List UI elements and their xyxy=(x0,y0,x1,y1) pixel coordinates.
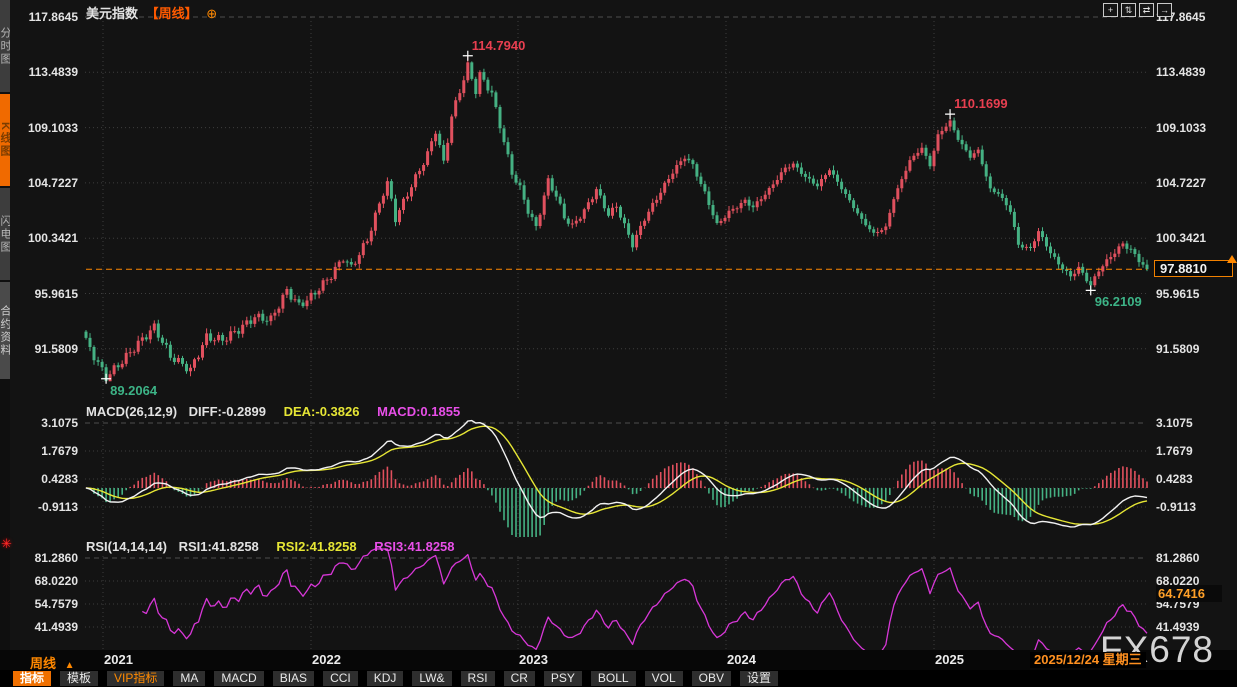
y-axis-label: 100.3421 xyxy=(12,231,78,245)
y-axis-label: 104.7227 xyxy=(1156,176,1234,190)
macd-diff-line xyxy=(86,421,1147,527)
indicator-button-MACD[interactable]: MACD xyxy=(214,671,263,686)
last-price-label: 97.8810 xyxy=(1154,260,1233,277)
sidebar-tab-contract-info[interactable]: 合约资料 xyxy=(0,282,10,379)
y-axis-label: 91.5809 xyxy=(1156,342,1234,356)
indicator-button-MA[interactable]: MA xyxy=(173,671,205,686)
indicator-button-RSI[interactable]: RSI xyxy=(461,671,495,686)
indicator-button-BOLL[interactable]: BOLL xyxy=(591,671,636,686)
y-axis-label: 95.9615 xyxy=(1156,287,1234,301)
macd-dea-value: DEA:-0.3826 xyxy=(284,404,360,419)
y-axis-label: 54.7579 xyxy=(12,597,78,611)
y-axis-label: 81.2860 xyxy=(1156,551,1234,565)
last-date-label: 2025/12/24 星期三 xyxy=(1030,652,1146,668)
indicator-button-CCI[interactable]: CCI xyxy=(323,671,358,686)
sidebar-tab-kline-chart[interactable]: K线图 xyxy=(0,94,10,186)
x-axis-year-label: 2025 xyxy=(935,652,964,667)
sidebar-tab-flash-chart[interactable]: 闪电图 xyxy=(0,188,10,280)
add-indicator-icon[interactable]: ⊕ xyxy=(206,6,217,21)
rsi3-value: RSI3:41.8258 xyxy=(374,539,454,554)
goto-latest-icon[interactable]: → xyxy=(1157,3,1172,17)
y-axis-label: 100.3421 xyxy=(1156,231,1234,245)
indicator-button-VIP指标[interactable]: VIP指标 xyxy=(107,671,164,686)
macd-name: MACD(26,12,9) xyxy=(86,404,177,419)
y-axis-label: 68.0220 xyxy=(12,574,78,588)
y-axis-label: 91.5809 xyxy=(12,342,78,356)
period-selector-label: 周线 xyxy=(30,656,56,671)
y-axis-label: 0.4283 xyxy=(12,472,78,486)
chart-header: 美元指数 【周线】 ⊕ xyxy=(86,3,217,22)
indicator-button-指标[interactable]: 指标 xyxy=(13,671,51,686)
macd-histogram-negative xyxy=(90,488,1091,537)
price-marker-label: 96.2109 xyxy=(1095,294,1142,309)
rsi-line xyxy=(142,549,1147,651)
indicator-button-CR[interactable]: CR xyxy=(504,671,535,686)
y-axis-label: 41.4939 xyxy=(12,620,78,634)
macd-hist-value: MACD:0.1855 xyxy=(377,404,460,419)
left-sidebar: 分时图 K线图 闪电图 合约资料 xyxy=(0,0,10,687)
y-axis-label: 104.7227 xyxy=(12,176,78,190)
indicator-button-VOL[interactable]: VOL xyxy=(645,671,683,686)
y-axis-label: -0.9113 xyxy=(1156,500,1234,514)
y-axis-label: 109.1033 xyxy=(12,121,78,135)
macd-diff-value: DIFF:-0.2899 xyxy=(189,404,266,419)
y-axis-label: 3.1075 xyxy=(1156,416,1234,430)
rsi-name: RSI(14,14,14) xyxy=(86,539,167,554)
indicator-button-PSY[interactable]: PSY xyxy=(544,671,582,686)
y-axis-label: 3.1075 xyxy=(12,416,78,430)
indicator-button-KDJ[interactable]: KDJ xyxy=(367,671,404,686)
zoom-y-axis-icon[interactable]: ⇅ xyxy=(1121,3,1136,17)
x-axis-year-label: 2022 xyxy=(312,652,341,667)
price-marker-label: 114.7940 xyxy=(472,38,526,53)
rsi-pane-title: RSI(14,14,14) RSI1:41.8258 RSI2:41.8258 … xyxy=(86,539,455,554)
y-axis-label: 95.9615 xyxy=(12,287,78,301)
chart-canvas[interactable] xyxy=(0,0,1237,687)
y-axis-label: 113.4839 xyxy=(1156,65,1234,79)
macd-dea-line xyxy=(86,426,1147,524)
y-axis-label: 117.8645 xyxy=(12,10,78,24)
indicator-button-BIAS[interactable]: BIAS xyxy=(273,671,314,686)
macd-pane-title: MACD(26,12,9) DIFF:-0.2899 DEA:-0.3826 M… xyxy=(86,404,460,419)
y-axis-label: 0.4283 xyxy=(1156,472,1234,486)
y-axis-label: -0.9113 xyxy=(12,500,78,514)
indicator-button-OBV[interactable]: OBV xyxy=(692,671,731,686)
instrument-title: 美元指数 xyxy=(86,6,138,21)
y-axis-label: 1.7679 xyxy=(12,444,78,458)
crosshair-icon[interactable]: + xyxy=(1103,3,1118,17)
rsi1-value: RSI1:41.8258 xyxy=(179,539,259,554)
sidebar-tab-time-chart[interactable]: 分时图 xyxy=(0,0,10,92)
rsi2-value: RSI2:41.8258 xyxy=(276,539,356,554)
zoom-x-axis-icon[interactable]: ⇄ xyxy=(1139,3,1154,17)
price-marker-label: 89.2064 xyxy=(110,383,157,398)
indicator-button-LW&[interactable]: LW& xyxy=(412,671,451,686)
indicator-toolbar: 指标模板 VIP指标 MA MACD BIAS CCI KDJ LW&RSI CR PSY BOLL… xyxy=(0,670,1237,687)
macd-histogram-positive xyxy=(86,461,1147,489)
price-pointer-icon xyxy=(1227,255,1237,263)
indicator-button-设置[interactable]: 设置 xyxy=(740,671,778,686)
window-controls: + ⇅ ⇄ → xyxy=(1103,3,1172,17)
y-axis-label: 109.1033 xyxy=(1156,121,1234,135)
rsi-axis-value-label: 64.7416 xyxy=(1156,585,1222,602)
price-marker-label: 110.1699 xyxy=(954,96,1008,111)
y-axis-label: 113.4839 xyxy=(12,65,78,79)
chart-application-window: 分时图 K线图 闪电图 合约资料 ✳ 美元指数 【周线】 ⊕ + ⇅ ⇄ → M… xyxy=(0,0,1237,687)
x-axis-year-label: 2024 xyxy=(727,652,756,667)
y-axis-label: 81.2860 xyxy=(12,551,78,565)
period-tag: 【周线】 xyxy=(146,6,198,21)
x-axis-year-label: 2023 xyxy=(519,652,548,667)
live-indicator-icon: ✳ xyxy=(1,536,12,552)
y-axis-label: 1.7679 xyxy=(1156,444,1234,458)
x-axis-year-label: 2021 xyxy=(104,652,133,667)
indicator-button-模板[interactable]: 模板 xyxy=(60,671,98,686)
